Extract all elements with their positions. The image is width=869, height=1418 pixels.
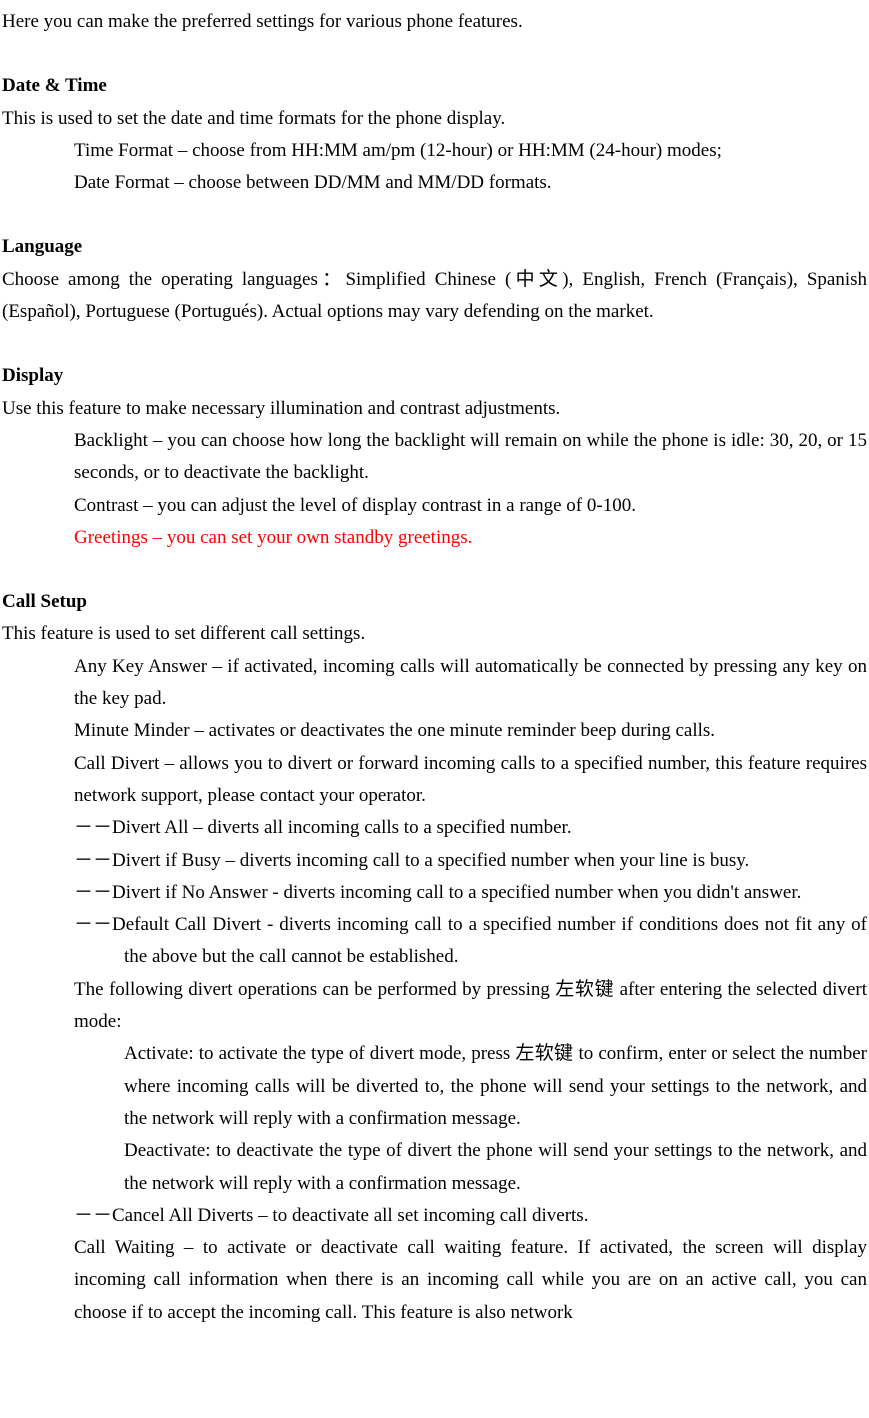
date-format-item: Date Format – choose between DD/MM and M… [2,167,867,199]
call-setup-heading: Call Setup [2,586,867,618]
divert-if-busy-item: －－Divert if Busy – diverts incoming call… [2,845,867,877]
divert-if-no-answer-item: －－Divert if No Answer - diverts incoming… [2,877,867,909]
any-key-answer-item: Any Key Answer – if activated, incoming … [2,651,867,716]
divert-operations-intro: The following divert operations can be p… [2,974,867,1039]
display-heading: Display [2,360,867,392]
minute-minder-item: Minute Minder – activates or deactivates… [2,715,867,747]
cancel-all-diverts-item: －－Cancel All Diverts – to deactivate all… [2,1200,867,1232]
contrast-item: Contrast – you can adjust the level of d… [2,490,867,522]
default-call-divert-item: －－Default Call Divert - diverts incoming… [2,909,867,974]
deactivate-item: Deactivate: to deactivate the type of di… [2,1135,867,1200]
call-setup-desc: This feature is used to set different ca… [2,618,867,650]
language-desc: Choose among the operating languages：Sim… [2,264,867,329]
date-time-desc: This is used to set the date and time fo… [2,103,867,135]
divert-all-item: －－Divert All – diverts all incoming call… [2,812,867,844]
greetings-item: Greetings – you can set your own standby… [2,522,867,554]
language-heading: Language [2,231,867,263]
display-desc: Use this feature to make necessary illum… [2,393,867,425]
call-divert-item: Call Divert – allows you to divert or fo… [2,748,867,813]
backlight-item: Backlight – you can choose how long the … [2,425,867,490]
intro-text: Here you can make the preferred settings… [2,6,867,38]
date-time-heading: Date & Time [2,70,867,102]
activate-item: Activate: to activate the type of divert… [2,1038,867,1135]
time-format-item: Time Format – choose from HH:MM am/pm (1… [2,135,867,167]
call-waiting-item: Call Waiting – to activate or deactivate… [2,1232,867,1329]
